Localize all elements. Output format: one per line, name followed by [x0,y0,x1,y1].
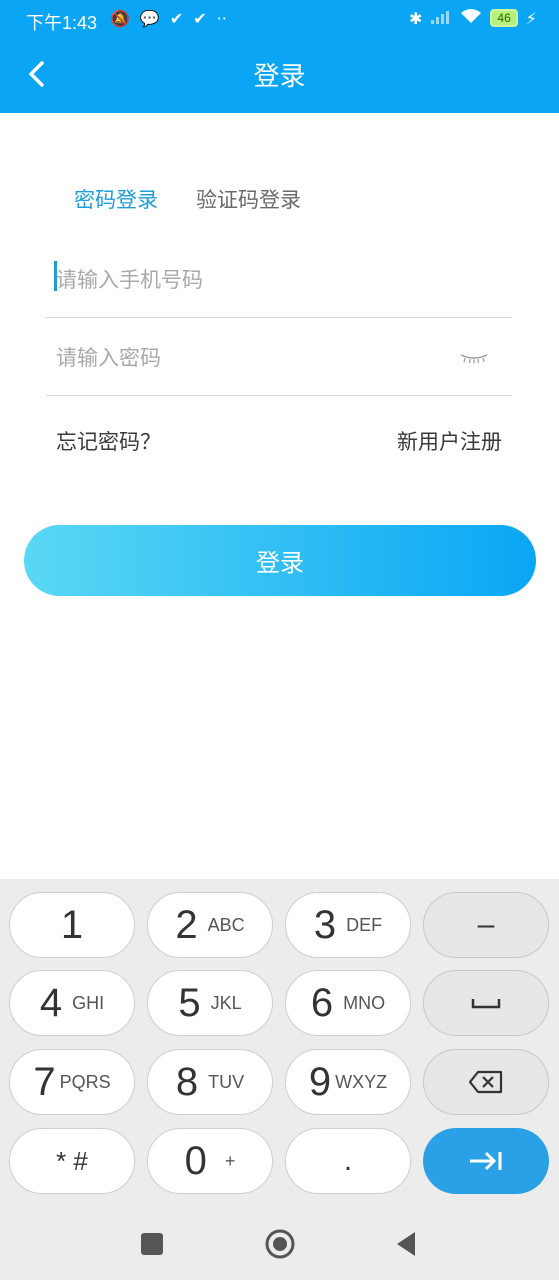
space-icon [471,999,501,1009]
key-plus: + [224,1150,236,1171]
title-bar: 登录 [0,42,559,113]
key-4[interactable]: 4 GHI [9,970,135,1036]
bluetooth-icon: ✱ [409,8,423,28]
key-3[interactable]: 3 DEF [285,892,411,958]
key-backspace[interactable] [423,1049,549,1115]
tab-password-login[interactable]: 密码登录 [74,184,158,214]
key-number: 7 [33,1059,56,1104]
key-0[interactable]: 0 + [147,1128,273,1194]
login-screen: 下午1:43 🔕 💬 ✔ ✔ ·· ✱ 46 ⚡ 登录 密码登录 验证码登录 请… [0,0,559,1280]
backspace-icon [468,1070,503,1094]
key-symbols: * # [56,1145,88,1176]
key-dot[interactable]: . [285,1128,411,1194]
key-letters: TUV [208,1071,245,1092]
status-time: 下午1:43 [26,13,98,33]
minus-icon: – [477,908,495,941]
app-header: 下午1:43 🔕 💬 ✔ ✔ ·· ✱ 46 ⚡ 登录 [0,0,559,113]
phone-placeholder: 请输入手机号码 [56,268,203,292]
key-number: 0 [184,1138,207,1183]
forgot-password-link[interactable]: 忘记密码？ [56,426,161,456]
key-number: . [343,1144,353,1177]
mute-icon: 🔕 [110,9,130,28]
recents-button[interactable] [134,1226,170,1262]
key-space[interactable] [423,970,549,1036]
task-check-icon: ✔ [169,9,184,28]
key-9[interactable]: 9 WXYZ [285,1049,411,1115]
login-tabs: 密码登录 验证码登录 [74,184,301,214]
status-icons-left: 🔕 💬 ✔ ✔ ·· [110,9,227,28]
key-5[interactable]: 5 JKL [147,970,273,1036]
key-number: 2 [175,902,198,947]
password-placeholder: 请输入密码 [56,346,161,370]
key-star-hash[interactable]: * # [9,1128,135,1194]
key-letters: ABC [207,914,245,935]
nav-back-button[interactable] [388,1226,424,1262]
key-letters: GHI [72,992,105,1013]
more-dots-icon: ·· [216,9,227,28]
key-minus[interactable]: – [423,892,549,958]
tab-next-icon [470,1151,502,1171]
password-field[interactable]: 请输入密码 [46,318,512,396]
key-number: 3 [313,902,337,947]
login-button[interactable]: 登录 [24,525,536,596]
login-links: 忘记密码？ 新用户注册 [56,426,502,456]
key-2[interactable]: 2 ABC [147,892,273,958]
system-nav-bar [0,1208,559,1280]
key-number: 1 [60,902,84,947]
signal-icon [430,9,452,28]
key-letters: JKL [210,992,242,1013]
triangle-back-icon [397,1232,415,1256]
square-icon [141,1233,163,1255]
key-next[interactable] [423,1128,549,1194]
wifi-icon [460,8,482,28]
charging-icon: ⚡ [525,8,537,28]
battery-icon: 46 [490,9,518,27]
key-number: 4 [39,980,63,1025]
chat-icon: 💬 [139,9,160,28]
home-button[interactable] [262,1226,298,1262]
status-icons-right: ✱ 46 ⚡ [409,8,537,28]
key-letters: DEF [346,914,383,935]
key-6[interactable]: 6 MNO [285,970,411,1036]
key-letters: MNO [343,992,386,1013]
key-number: 6 [310,980,334,1025]
page-title: 登录 [253,62,306,92]
key-8[interactable]: 8 TUV [147,1049,273,1115]
register-link[interactable]: 新用户注册 [397,426,502,456]
key-7[interactable]: 7 PQRS [9,1049,135,1115]
key-letters: PQRS [59,1071,111,1092]
eye-closed-icon[interactable] [460,352,488,364]
task-check-icon: ✔ [193,9,207,28]
tab-code-login[interactable]: 验证码登录 [196,184,301,214]
key-number: 5 [178,980,201,1025]
home-circle-icon [265,1229,295,1259]
battery-level: 46 [497,11,511,25]
key-number: 9 [308,1059,332,1104]
key-1[interactable]: 1 [9,892,135,958]
status-bar: 下午1:43 🔕 💬 ✔ ✔ ·· ✱ 46 ⚡ [0,0,559,42]
phone-field[interactable]: 请输入手机号码 [46,240,512,318]
key-number: 8 [175,1059,199,1104]
key-letters: WXYZ [335,1071,388,1092]
